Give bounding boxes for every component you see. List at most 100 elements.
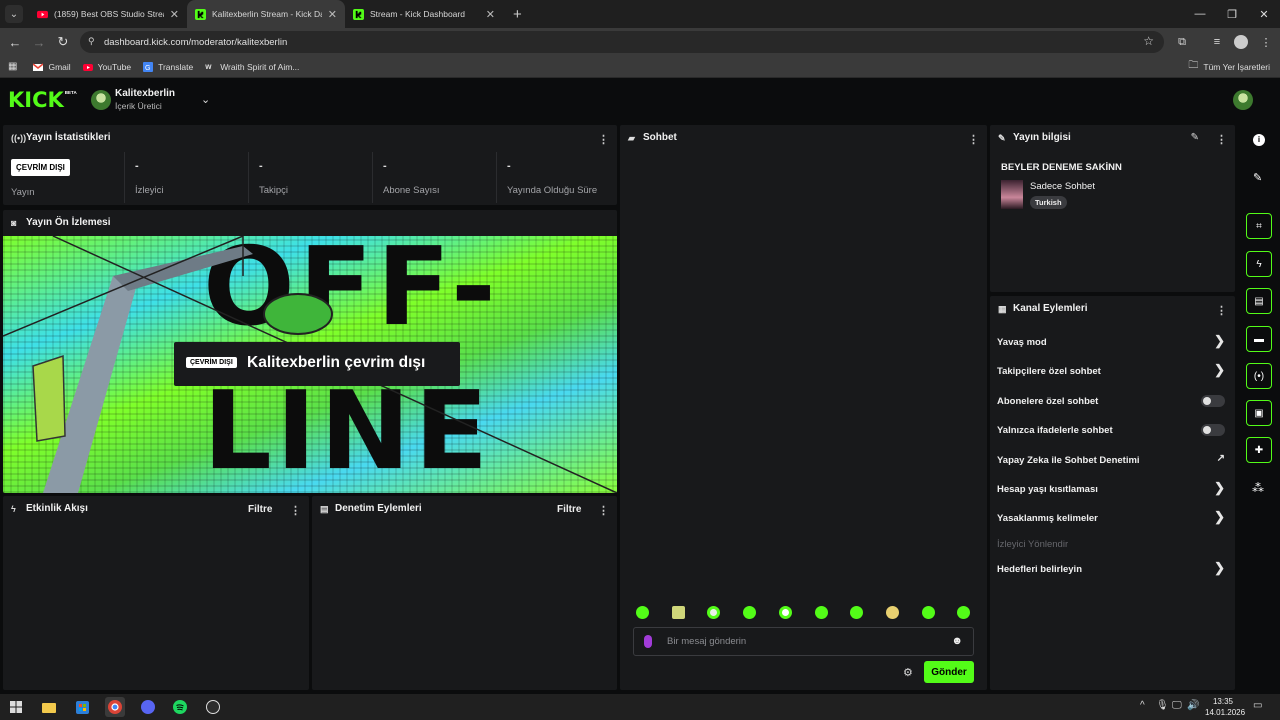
close-icon[interactable]: ✕ [328,8,337,21]
discord-icon[interactable] [138,697,158,717]
spotify-icon[interactable] [170,697,190,717]
new-tab-button[interactable]: + [513,6,522,23]
emote-icon[interactable] [672,606,685,619]
menu-icon[interactable]: ⋮ [1256,28,1276,56]
emote-icon[interactable] [957,606,970,619]
network-icon[interactable]: 🖵 [1172,700,1182,711]
volume-icon[interactable]: 🔊 [1187,700,1199,711]
url-bar[interactable]: ⚲ dashboard.kick.com/moderator/kalitexbe… [80,31,1164,53]
bookmark-star-icon[interactable]: ☆ [1143,34,1154,48]
reload-icon[interactable]: ↻ [51,30,75,54]
chrome-icon[interactable] [105,697,125,717]
tray-chevron-icon[interactable]: ^ [1140,700,1145,711]
panel-title: ▰ Sohbet [628,132,677,143]
more-options-icon[interactable]: ⋮ [598,504,609,517]
category-thumbnail [1001,180,1023,209]
clip-button[interactable]: ⌗ [1246,213,1272,239]
clock[interactable]: 13:35 14.01.2026 [1205,696,1245,718]
edit-pencil-icon[interactable]: ✎ [1191,132,1199,143]
emote-icon[interactable] [815,606,828,619]
action-ai-moderation[interactable]: Yapay Zeka ile Sohbet Denetimi ↗ [997,450,1231,470]
microphone-icon[interactable] [644,635,652,648]
chat-settings-gear-icon[interactable]: ⚙ [903,666,913,679]
chat-input[interactable]: Bir mesaj gönderin ☻ [633,627,974,656]
stat-viewers: - İzleyici [124,152,247,203]
minimize-icon[interactable]: — [1184,0,1216,28]
tab-kick-dashboard[interactable]: Stream - Kick Dashboard ✕ [345,0,503,28]
apps-grid-icon[interactable]: ▦ [8,61,17,72]
quick-action-button[interactable]: ϟ [1246,251,1272,277]
action-followers-only[interactable]: Takipçilere özel sohbet ❯ [997,361,1231,381]
windows-start-icon[interactable] [6,697,26,717]
back-icon[interactable]: ← [3,30,27,54]
broadcast-icon: ((•)) [11,132,27,143]
close-window-icon[interactable]: ✕ [1248,0,1280,28]
microphone-tray-icon[interactable]: 🎙 [1156,700,1169,711]
more-tools-icon[interactable]: ⁂ [1252,481,1264,495]
action-emotes-only[interactable]: Yalnızca ifadelerle sohbet [997,420,1231,440]
notifications-icon[interactable]: ▭ [1253,700,1262,711]
filter-button[interactable]: Filtre [248,504,272,515]
action-host-viewers: İzleyici Yönlendir [997,538,1069,550]
edit-icon[interactable]: ✎ [1253,171,1262,184]
broadcast-button[interactable]: (•) [1246,363,1272,389]
forward-icon[interactable]: → [27,30,51,54]
file-explorer-icon[interactable] [39,697,59,717]
subscribers-only-toggle[interactable] [1201,395,1225,407]
more-options-icon[interactable]: ⋮ [598,133,609,146]
store-icon[interactable] [72,697,92,717]
bookmark-youtube[interactable]: YouTube [82,62,131,72]
tools-button[interactable]: ✚ [1246,437,1272,463]
layout-button[interactable]: ▣ [1246,400,1272,426]
more-options-icon[interactable]: ⋮ [968,133,979,146]
action-slow-mode[interactable]: Yavaş mod ❯ [997,332,1231,352]
chat-popout-button[interactable]: ▬ [1246,326,1272,352]
tab-search-button[interactable]: ⌄ [5,5,23,23]
info-icon[interactable]: i [1253,134,1265,146]
kick-logo[interactable]: KICK BETA [8,90,77,111]
bookmark-translate[interactable]: G Translate [143,61,193,72]
notes-button[interactable]: ▤ [1246,288,1272,314]
emote-icon[interactable] [886,606,899,619]
more-options-icon[interactable]: ⋮ [1216,304,1227,317]
user-avatar[interactable] [1233,90,1253,110]
emote-icon[interactable] [743,606,756,619]
stat-subscribers: - Abone Sayısı [372,152,495,203]
tab-kick-stream[interactable]: Kalitexberlin Stream - Kick Das ✕ [187,0,345,28]
restore-icon[interactable]: ❐ [1216,0,1248,28]
channel-name: Kalitexberlin [115,88,176,99]
emotes-only-toggle[interactable] [1201,424,1225,436]
emote-icon[interactable] [636,606,649,619]
filter-button[interactable]: Filtre [557,504,581,515]
emote-icon[interactable] [779,606,792,619]
obs-icon[interactable] [203,697,223,717]
folder-icon: 🗀 [1188,60,1199,71]
tab-youtube[interactable]: (1859) Best OBS Studio Stream ✕ [29,0,187,28]
channel-switcher-chevron-icon[interactable]: ⌄ [201,93,210,106]
emote-icon[interactable] [850,606,863,619]
action-banned-words[interactable]: Yasaklanmış kelimeler ❯ [997,508,1231,528]
channel-avatar[interactable] [91,90,111,110]
site-info-icon[interactable]: ⚲ [88,36,95,47]
more-options-icon[interactable]: ⋮ [1216,133,1227,146]
bookmark-gmail[interactable]: Gmail [33,62,71,72]
close-icon[interactable]: ✕ [486,8,495,21]
media-icon[interactable]: ≡ [1207,28,1227,56]
bookmark-wraith[interactable]: w Wraith Spirit of Aim... [205,62,299,72]
external-link-icon: ↗ [1216,453,1225,464]
send-button[interactable]: Gönder [924,661,974,683]
panel-title: ▤ Denetim Eylemleri [320,503,422,514]
chevron-right-icon: ❯ [1214,362,1225,377]
emote-icon[interactable] [707,606,720,619]
action-set-goals[interactable]: Hedefleri belirleyin ❯ [997,559,1231,579]
stat-followers: - Takipçi [248,152,371,203]
action-account-age[interactable]: Hesap yaşı kısıtlaması ❯ [997,479,1231,499]
extensions-icon[interactable]: ⧉ [1172,28,1192,56]
profile-avatar[interactable] [1231,28,1251,56]
more-options-icon[interactable]: ⋮ [290,504,301,517]
action-subscribers-only[interactable]: Abonelere özel sohbet [997,391,1231,411]
emote-icon[interactable] [922,606,935,619]
all-bookmarks[interactable]: 🗀 Tüm Yer İşaretleri [1188,58,1270,75]
emoji-picker-icon[interactable]: ☻ [951,635,963,647]
close-icon[interactable]: ✕ [170,8,179,21]
